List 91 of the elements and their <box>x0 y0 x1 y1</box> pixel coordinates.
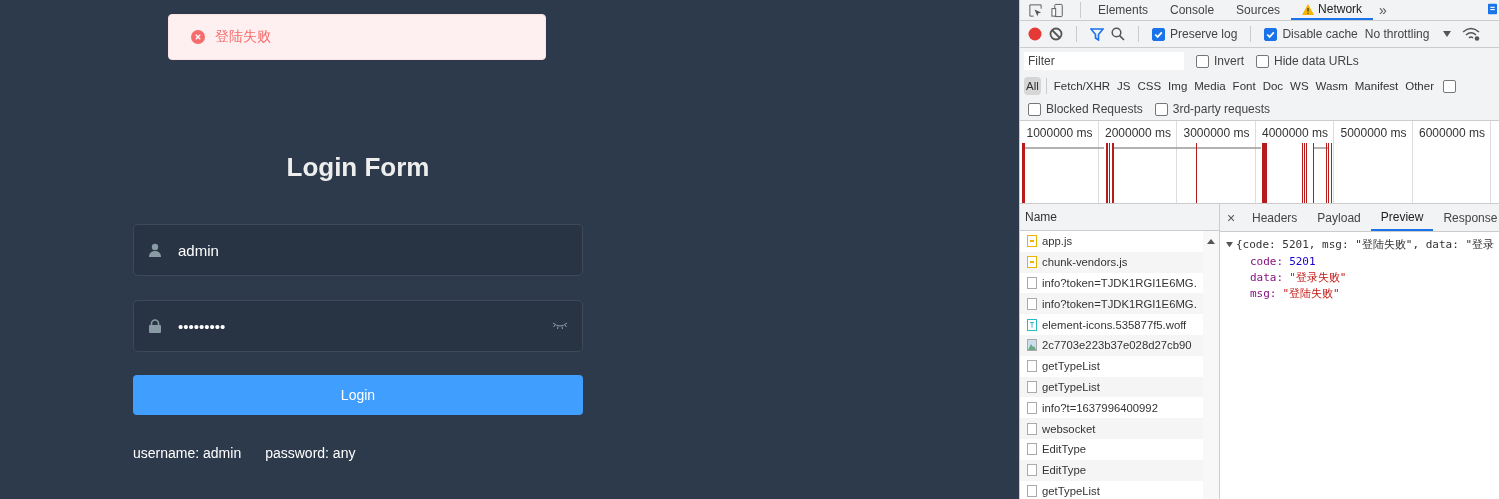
document-icon <box>1027 277 1037 289</box>
request-row[interactable]: info?token=TJDK1RGI1E6MG. <box>1020 272 1203 294</box>
request-row[interactable]: chunk-vendors.js <box>1020 251 1203 273</box>
time-tick: 3000000 ms <box>1183 126 1250 140</box>
time-tick: 4000000 ms <box>1261 126 1328 140</box>
credentials-hint: username: admin <box>133 445 242 461</box>
script-file-icon <box>1027 235 1037 248</box>
devtools-tab[interactable]: Sources <box>1225 0 1292 20</box>
close-button[interactable]: × <box>1220 204 1242 231</box>
lock-icon <box>148 319 162 333</box>
type-filter[interactable]: Other <box>1403 77 1436 95</box>
request-row[interactable]: getTypeList <box>1020 480 1203 499</box>
property-key: msg: <box>1250 286 1277 300</box>
warning-icon <box>1302 3 1315 15</box>
request-row[interactable]: element-icons.535877f5.woff <box>1020 314 1203 335</box>
script-file-icon <box>1027 256 1037 269</box>
request-filter-checkbox[interactable]: 3rd-party requests <box>1154 102 1271 116</box>
record-icon[interactable] <box>1028 27 1042 41</box>
document-icon <box>1027 297 1037 310</box>
type-filter[interactable]: Doc <box>1260 77 1286 95</box>
inspect-icon[interactable] <box>1028 2 1043 18</box>
document-icon <box>1027 464 1037 477</box>
devtools-tab[interactable]: Elements <box>1087 0 1160 20</box>
request-row[interactable]: websocket <box>1020 418 1203 439</box>
property-value: 5201 <box>1289 254 1316 268</box>
type-filter[interactable]: Fetch/XHR <box>1051 77 1113 95</box>
type-filter[interactable]: Img <box>1166 77 1190 95</box>
detail-tab[interactable]: Payload <box>1307 204 1371 231</box>
font-file-icon <box>1027 318 1037 331</box>
type-filter[interactable]: All <box>1024 77 1041 95</box>
form-title: Login Form <box>285 151 431 184</box>
time-tick: 1000000 ms <box>1026 126 1093 140</box>
request-row[interactable]: info?t=1637996400992 <box>1020 397 1203 419</box>
expand-arrow-icon[interactable] <box>1226 241 1233 248</box>
document-icon <box>1027 380 1037 393</box>
disable-cache-checkbox[interactable]: Disable cache <box>1264 27 1358 41</box>
type-filter[interactable]: Wasm <box>1313 77 1350 95</box>
request-row[interactable]: 2c7703e223b37e028d27cb90 <box>1020 335 1203 356</box>
time-tick: 6000000 ms <box>1418 126 1485 140</box>
preserve-log-checkbox[interactable]: Preserve log <box>1152 27 1238 41</box>
detail-tab[interactable]: Response <box>1433 204 1499 231</box>
property-key: data: <box>1250 270 1284 284</box>
eye-closed-icon[interactable] <box>552 322 568 330</box>
network-settings-icon[interactable] <box>1462 27 1481 41</box>
request-row[interactable]: EditType <box>1020 459 1203 481</box>
type-filter[interactable]: Font <box>1230 77 1258 95</box>
request-row[interactable]: app.js <box>1020 231 1203 252</box>
request-filter-checkbox[interactable]: Blocked Requests <box>1028 102 1143 116</box>
device-icon[interactable] <box>1051 2 1066 18</box>
property-value: "登陆失败" <box>1282 285 1340 301</box>
request-row[interactable]: EditType <box>1020 438 1203 460</box>
throttling-dropdown[interactable]: No throttling <box>1364 27 1452 41</box>
user-icon <box>148 243 162 257</box>
error-message: 登陆失败 <box>168 14 546 60</box>
property-value: "登录失败" <box>1289 269 1347 285</box>
request-row[interactable]: info?token=TJDK1RGI1E6MG. <box>1020 293 1203 315</box>
type-filter[interactable]: Media <box>1192 77 1228 95</box>
detail-tab[interactable]: Headers <box>1242 204 1308 231</box>
caret-icon <box>1443 31 1452 37</box>
time-tick: 5000000 ms <box>1340 126 1407 140</box>
request-row[interactable]: getTypeList <box>1020 376 1203 398</box>
more-tabs-button[interactable]: » <box>1379 2 1387 18</box>
filter-field[interactable]: Filter <box>1024 52 1184 70</box>
filter-icon[interactable] <box>1090 27 1104 41</box>
scroll-up-icon[interactable] <box>1207 239 1215 244</box>
type-filter[interactable]: WS <box>1288 77 1311 95</box>
error-icon <box>191 30 205 44</box>
type-filter[interactable]: CSS <box>1135 77 1164 95</box>
type-filter[interactable]: JS <box>1115 77 1133 95</box>
document-icon <box>1027 443 1037 456</box>
invert-checkbox[interactable]: Invert <box>1196 54 1244 68</box>
request-row[interactable]: getTypeList <box>1020 355 1203 377</box>
document-icon <box>1027 360 1037 373</box>
document-icon <box>1027 401 1037 414</box>
input-field[interactable]: admin <box>133 224 583 276</box>
document-icon <box>1027 422 1037 435</box>
credentials-hint: password: any <box>265 445 356 461</box>
image-file-icon <box>1027 339 1037 352</box>
devtools-tab[interactable]: Console <box>1159 0 1226 20</box>
detail-tab[interactable]: Preview <box>1370 204 1434 231</box>
json-summary: {code: 5201, msg: "登陆失败", data: "登录 <box>1236 237 1495 252</box>
search-icon[interactable] <box>1111 27 1125 41</box>
checkbox[interactable] <box>1443 79 1456 93</box>
type-filter[interactable]: Manifest <box>1352 77 1401 95</box>
message-icon[interactable] <box>1488 2 1497 16</box>
clear-icon[interactable] <box>1049 27 1063 41</box>
input-field[interactable]: ••••••••• <box>133 300 583 352</box>
time-tick: 2000000 ms <box>1104 126 1171 140</box>
column-header[interactable]: Name <box>1020 204 1219 231</box>
hide-data-urls-checkbox[interactable]: Hide data URLs <box>1256 54 1359 68</box>
property-key: code: <box>1250 254 1284 268</box>
